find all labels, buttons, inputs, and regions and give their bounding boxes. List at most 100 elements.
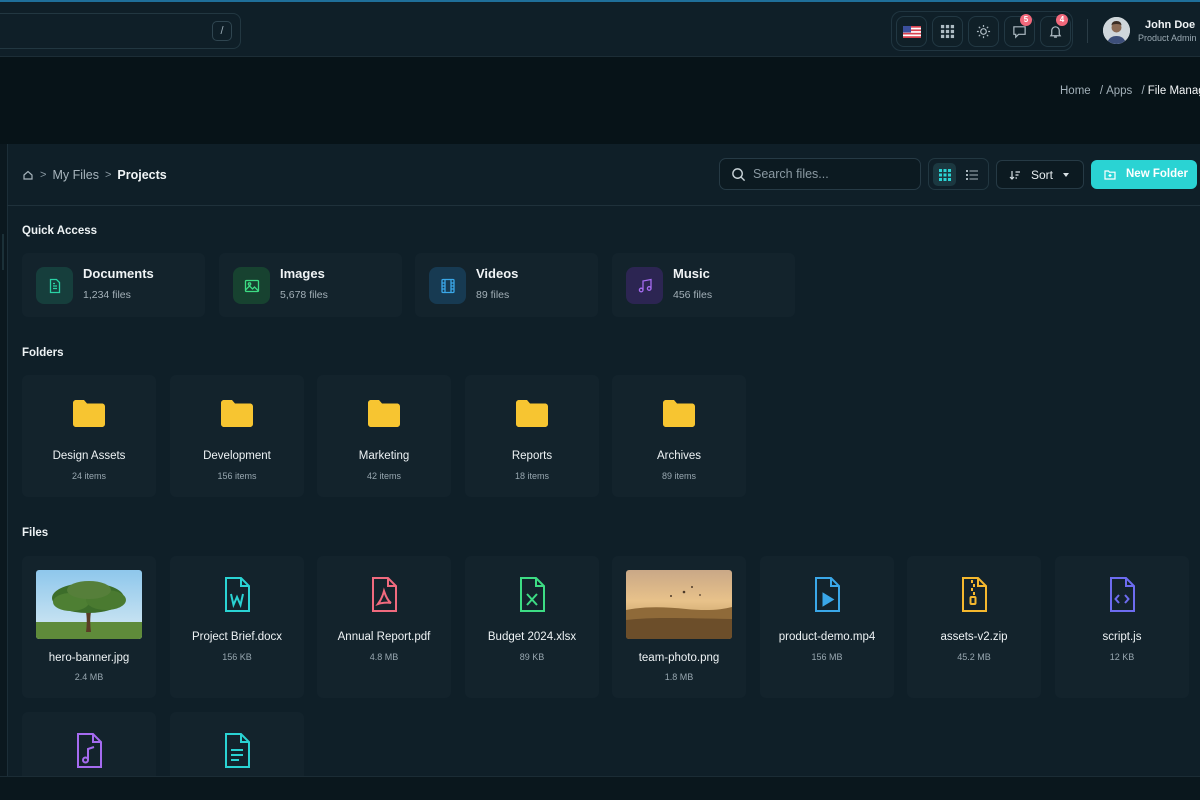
folder-count: 42 items — [366, 471, 401, 481]
code-file-icon — [1110, 577, 1135, 612]
file-name: product-demo.mp4 — [778, 631, 876, 643]
path-my-files[interactable]: My Files — [52, 168, 99, 182]
list-view-button[interactable] — [960, 163, 983, 186]
quick-access-images[interactable]: Images 5,678 files — [219, 253, 402, 317]
new-folder-label: New Folder — [1126, 168, 1188, 180]
quick-access-label: Images — [280, 266, 325, 281]
folder-count: 18 items — [514, 471, 549, 481]
file-card-product-demo[interactable]: product-demo.mp4 156 MB — [760, 556, 894, 698]
folder-count: 89 items — [661, 471, 696, 481]
sort-icon — [1009, 171, 1020, 180]
notifications-badge: 4 — [1056, 14, 1068, 26]
file-card-annual-report[interactable]: Annual Report.pdf 4.8 MB — [317, 556, 451, 698]
file-size: 1.8 MB — [664, 672, 694, 682]
folder-card-reports[interactable]: Reports 18 items — [465, 375, 599, 497]
quick-access-count: 89 files — [476, 289, 510, 301]
film-icon — [429, 267, 466, 304]
file-card-project-brief[interactable]: Project Brief.docx 156 KB — [170, 556, 304, 698]
chat-icon — [1013, 26, 1026, 39]
file-name: hero-banner.jpg — [48, 652, 130, 664]
user-avatar-icon — [1103, 17, 1130, 44]
folder-count: 156 items — [217, 471, 257, 481]
folder-icon — [368, 400, 400, 427]
language-button[interactable] — [896, 16, 927, 47]
view-toggle — [928, 158, 989, 190]
quick-access-label: Music — [673, 266, 710, 281]
file-thumbnail — [626, 570, 732, 639]
top-bar: / 5 4 John Doe Product Admin — [0, 0, 1200, 57]
folder-card-marketing[interactable]: Marketing 42 items — [317, 375, 451, 497]
folder-name: Reports — [511, 450, 553, 462]
sort-label: Sort — [1031, 168, 1054, 182]
sidebar-edge — [0, 144, 7, 776]
text-file-icon — [225, 733, 250, 768]
quick-access-label: Videos — [476, 266, 519, 281]
apps-button[interactable] — [932, 16, 963, 47]
word-file-icon — [225, 577, 250, 612]
audio-file-icon — [77, 733, 102, 768]
file-size: 156 KB — [222, 652, 252, 662]
quick-access-title: Quick Access — [22, 225, 98, 237]
chevron-right-icon: > — [40, 169, 47, 181]
quick-access-videos[interactable]: Videos 89 files — [415, 253, 598, 317]
quick-access-label: Documents — [83, 266, 154, 281]
file-card-team-photo[interactable]: team-photo.png 1.8 MB — [612, 556, 746, 698]
file-card-hero-banner[interactable]: hero-banner.jpg 2.4 MB — [22, 556, 156, 698]
file-name: Project Brief.docx — [191, 631, 283, 643]
quick-access-count: 1,234 files — [83, 289, 131, 301]
folder-card-design-assets[interactable]: Design Assets 24 items — [22, 375, 156, 497]
file-card-audio[interactable] — [22, 712, 156, 776]
list-view-icon — [965, 169, 978, 180]
quick-access-music[interactable]: Music 456 files — [612, 253, 795, 317]
file-search-input[interactable] — [753, 159, 913, 189]
toolbar-divider — [7, 205, 1200, 206]
chevron-right-icon: > — [104, 169, 112, 181]
breadcrumb-home[interactable]: Home — [1060, 85, 1091, 97]
folder-card-archives[interactable]: Archives 89 items — [612, 375, 746, 497]
file-search-box — [719, 158, 921, 190]
grid-view-button[interactable] — [933, 163, 956, 186]
sort-button[interactable]: Sort — [996, 160, 1084, 189]
file-card-text[interactable] — [170, 712, 304, 776]
breadcrumb-current: File Manager — [1147, 85, 1200, 97]
messages-button[interactable]: 5 — [1004, 14, 1035, 47]
folder-card-development[interactable]: Development 156 items — [170, 375, 304, 497]
file-size: 4.8 MB — [369, 652, 399, 662]
files-title: Files — [22, 527, 49, 539]
folder-path: > My Files > Projects — [22, 168, 167, 182]
search-shortcut-key: / — [212, 21, 232, 41]
quick-access-count: 456 files — [673, 289, 713, 301]
file-name: team-photo.png — [638, 652, 720, 664]
folder-icon — [221, 400, 253, 427]
file-card-script-js[interactable]: script.js 12 KB — [1055, 556, 1189, 698]
path-current-folder: Projects — [117, 168, 167, 182]
theme-toggle-button[interactable] — [968, 16, 999, 47]
notifications-button[interactable]: 4 — [1040, 14, 1071, 47]
file-card-budget[interactable]: Budget 2024.xlsx 89 KB — [465, 556, 599, 698]
folder-name: Design Assets — [52, 450, 126, 462]
new-folder-button[interactable]: New Folder — [1091, 160, 1197, 189]
file-size: 12 KB — [1109, 652, 1135, 662]
user-role: Product Admin — [1138, 33, 1197, 43]
page-header — [0, 57, 1200, 144]
folders-title: Folders — [22, 347, 64, 359]
folder-name: Marketing — [358, 450, 410, 462]
home-icon[interactable] — [22, 169, 34, 181]
breadcrumb-apps[interactable]: Apps — [1106, 85, 1132, 97]
file-name: script.js — [1102, 631, 1142, 643]
file-name: Budget 2024.xlsx — [487, 631, 577, 643]
folder-name: Development — [203, 450, 271, 462]
folder-icon — [663, 400, 695, 427]
file-size: 2.4 MB — [74, 672, 104, 682]
quick-access-count: 5,678 files — [280, 289, 328, 301]
folder-count: 24 items — [71, 471, 106, 481]
sun-icon — [976, 24, 991, 39]
file-card-assets-zip[interactable]: assets-v2.zip 45.2 MB — [907, 556, 1041, 698]
folder-plus-icon — [1104, 170, 1116, 180]
file-size: 45.2 MB — [957, 652, 991, 662]
global-search-input[interactable]: / — [0, 13, 241, 49]
avatar[interactable] — [1103, 17, 1130, 44]
user-name[interactable]: John Doe — [1145, 19, 1195, 31]
quick-access-documents[interactable]: Documents 1,234 files — [22, 253, 205, 317]
tree-image-icon — [36, 570, 142, 639]
